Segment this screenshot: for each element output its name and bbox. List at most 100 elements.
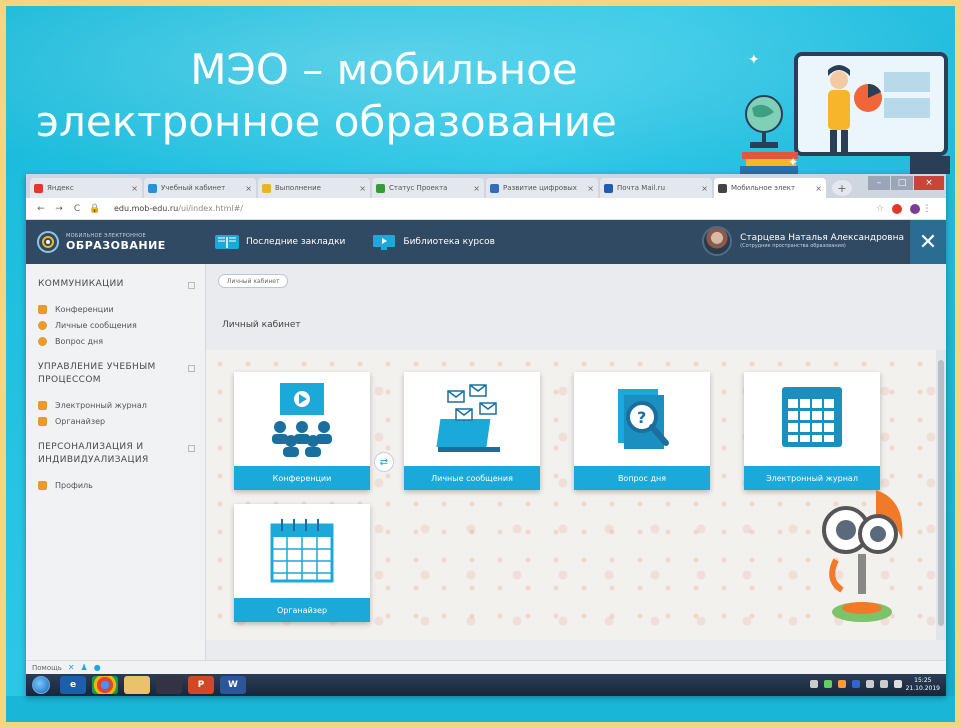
- question-icon: ?: [618, 389, 669, 449]
- tray-icon[interactable]: [838, 680, 846, 688]
- yandex-icon: [34, 183, 43, 193]
- bookmark-star-icon[interactable]: ☆: [876, 204, 884, 214]
- close-icon[interactable]: ×: [815, 184, 822, 193]
- sidebar-section-title[interactable]: ПЕРСОНАЛИЗАЦИЯ И ИНДИВИДУАЛИЗАЦИЯ: [26, 441, 205, 467]
- volume-icon[interactable]: [894, 680, 902, 688]
- bookmarks-link[interactable]: Последние закладки: [214, 233, 345, 251]
- lock-icon: 🔒: [89, 203, 101, 214]
- url-field[interactable]: edu.mob-edu.ru/ui/index.html#/: [114, 204, 870, 213]
- extension-icon[interactable]: [892, 203, 902, 214]
- collapse-icon[interactable]: [188, 445, 195, 452]
- close-icon[interactable]: ×: [473, 184, 480, 193]
- tile-conferences[interactable]: Конференции: [234, 372, 370, 490]
- user-icon[interactable]: ♟: [81, 663, 88, 672]
- tray-icon[interactable]: [852, 680, 860, 688]
- sidebar-item-journal[interactable]: Электронный журнал: [26, 397, 205, 413]
- browser-tab[interactable]: Учебный кабинет ×: [144, 178, 256, 198]
- close-icon[interactable]: ×: [701, 184, 708, 193]
- sidebar-group-personalization: ПЕРСОНАЛИЗАЦИЯ И ИНДИВИДУАЛИЗАЦИЯ Профил…: [26, 441, 205, 493]
- maximize-icon[interactable]: □: [891, 176, 913, 190]
- conference-icon: [38, 304, 47, 314]
- chrome-icon[interactable]: [92, 676, 118, 694]
- close-icon[interactable]: ×: [359, 184, 366, 193]
- url-host: edu.mob-edu.ru: [114, 204, 179, 213]
- slide-title-line2: электронное образование: [36, 97, 617, 146]
- journal-icon: [782, 387, 842, 447]
- app-header: МОБИЛЬНОЕ ЭЛЕКТРОННОЕ ОБРАЗОВАНИЕ Послед…: [26, 220, 946, 264]
- taskbar-clock[interactable]: 15:25 21.10.2019: [906, 677, 940, 693]
- tray-icon[interactable]: [810, 680, 818, 688]
- tile-messages[interactable]: Личные сообщения: [404, 372, 540, 490]
- page-icon: [148, 183, 157, 193]
- sidebar-section-title[interactable]: УПРАВЛЕНИЕ УЧЕБНЫМ ПРОЦЕССОМ: [26, 361, 205, 387]
- tab-label: Яндекс: [47, 184, 74, 192]
- sidebar-item-label: Профиль: [55, 480, 93, 490]
- user-profile[interactable]: Старцева Наталья Александровна (Сотрудни…: [702, 226, 904, 256]
- robot-mascot-icon: [822, 490, 903, 622]
- sidebar-item-profile[interactable]: Профиль: [26, 477, 205, 493]
- search-icon: [38, 336, 47, 346]
- system-tray: [804, 680, 902, 688]
- browser-tab[interactable]: Яндекс ×: [30, 178, 142, 198]
- meo-logo-icon: [37, 231, 59, 253]
- tile-organizer[interactable]: Органайзер: [234, 504, 370, 622]
- word-icon[interactable]: W: [220, 676, 246, 694]
- back-icon[interactable]: ←: [34, 204, 48, 214]
- section-label: ПЕРСОНАЛИЗАЦИЯ И ИНДИВИДУАЛИЗАЦИЯ: [38, 442, 149, 465]
- browser-tab[interactable]: Выполнение ×: [258, 178, 370, 198]
- meo-icon: [718, 183, 727, 193]
- swap-panel-icon[interactable]: ⇄: [374, 452, 394, 472]
- app-logo[interactable]: МОБИЛЬНОЕ ЭЛЕКТРОННОЕ ОБРАЗОВАНИЕ: [26, 230, 206, 254]
- tray-icon[interactable]: [824, 680, 832, 688]
- vertical-scrollbar[interactable]: [936, 350, 946, 640]
- start-button[interactable]: [32, 676, 50, 694]
- sidebar-section-title[interactable]: КОММУНИКАЦИИ: [26, 278, 205, 291]
- minimize-icon[interactable]: –: [868, 176, 890, 190]
- settings-icon[interactable]: ✕: [68, 663, 75, 672]
- window-close-icon[interactable]: ×: [914, 176, 944, 190]
- tray-icon[interactable]: [866, 680, 874, 688]
- close-icon[interactable]: ×: [587, 184, 594, 193]
- main-content: Личный кабинет Личный кабинет Конференци…: [206, 264, 946, 660]
- tray-icon[interactable]: [880, 680, 888, 688]
- collapse-icon[interactable]: [188, 365, 195, 372]
- page-title: Личный кабинет: [222, 320, 301, 330]
- course-library-link[interactable]: Библиотека курсов: [371, 233, 495, 251]
- star-icon: [262, 183, 271, 193]
- powerpoint-icon[interactable]: P: [188, 676, 214, 694]
- info-icon[interactable]: ●: [94, 663, 101, 672]
- folder-icon[interactable]: [124, 676, 150, 694]
- browser-tab-active[interactable]: Мобильное элект ×: [714, 178, 826, 198]
- open-book-icon: [215, 235, 239, 249]
- sidebar-item-question[interactable]: Вопрос дня: [26, 333, 205, 349]
- sidebar-item-label: Органайзер: [55, 416, 106, 426]
- browser-tab[interactable]: Почта Mail.ru ×: [600, 178, 712, 198]
- new-tab-button[interactable]: +: [832, 180, 852, 196]
- close-icon[interactable]: ×: [131, 184, 138, 193]
- close-icon[interactable]: ×: [245, 184, 252, 193]
- breadcrumb[interactable]: Личный кабинет: [218, 274, 289, 288]
- tab-label: Статус Проекта: [389, 184, 448, 192]
- menu-icon[interactable]: ⋮: [920, 204, 934, 214]
- sidebar-item-conferences[interactable]: Конференции: [26, 301, 205, 317]
- tab-label: Почта Mail.ru: [617, 184, 666, 192]
- browser-tab[interactable]: Развитие цифровых ×: [486, 178, 598, 198]
- tile-question[interactable]: ? Вопрос дня: [574, 372, 710, 490]
- header-close-icon[interactable]: ✕: [910, 220, 946, 264]
- ie-icon[interactable]: e: [60, 676, 86, 694]
- collapse-icon[interactable]: [188, 282, 195, 289]
- sidebar-item-messages[interactable]: Личные сообщения: [26, 317, 205, 333]
- reload-icon[interactable]: C: [70, 204, 84, 214]
- url-path: /ui/index.html#/: [178, 204, 243, 213]
- browser-tab[interactable]: Статус Проекта ×: [372, 178, 484, 198]
- media-icon[interactable]: [156, 676, 182, 694]
- tile-label: Вопрос дня: [574, 466, 710, 490]
- sidebar-item-organizer[interactable]: Органайзер: [26, 413, 205, 429]
- help-label[interactable]: Помощь: [32, 664, 62, 672]
- forward-icon[interactable]: →: [52, 204, 66, 214]
- user-role: (Сотрудник пространства образования): [740, 243, 846, 249]
- tile-journal[interactable]: Электронный журнал: [744, 372, 880, 490]
- profile-icon[interactable]: [910, 203, 920, 214]
- scrollbar-thumb[interactable]: [938, 360, 944, 626]
- calendar-icon: [270, 519, 334, 583]
